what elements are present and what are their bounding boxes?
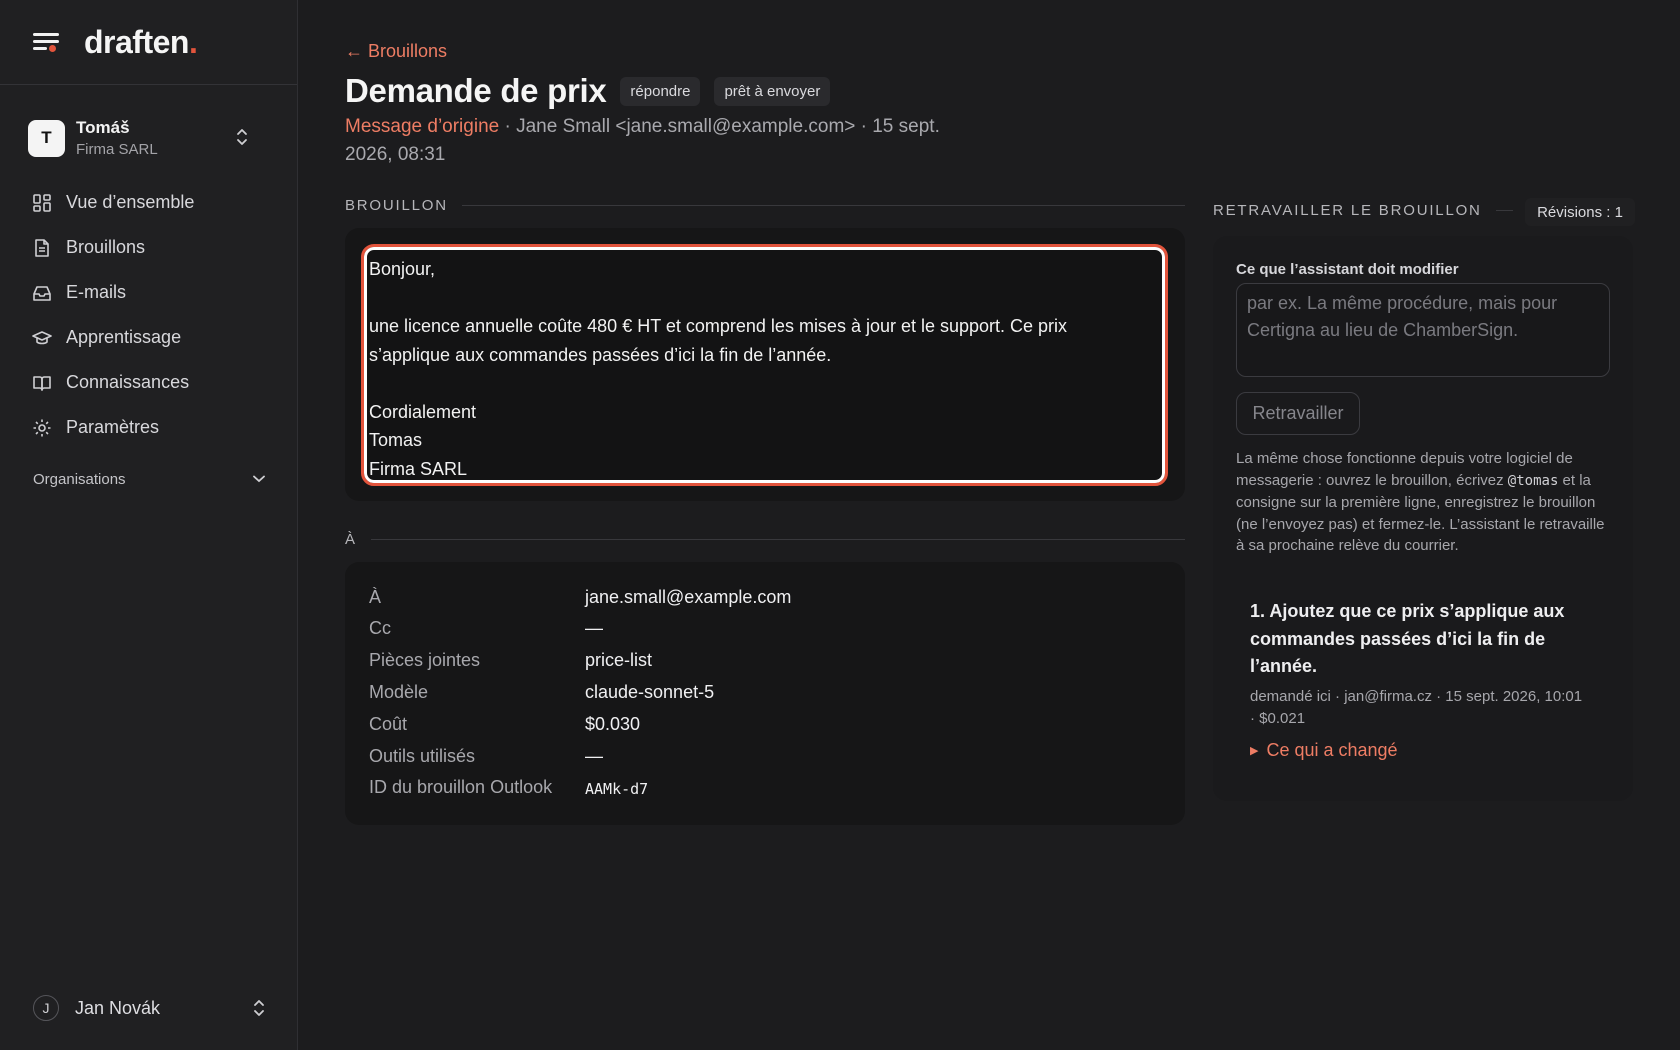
draft-card: Bonjour, une licence annuelle coûte 480 €… bbox=[345, 228, 1185, 501]
workspace-name: Tomáš bbox=[76, 118, 130, 137]
revision-title: 1. Ajoutez que ce prix s’applique aux co… bbox=[1250, 601, 1565, 676]
nav-item-learning[interactable]: Apprentissage bbox=[20, 315, 280, 360]
revisions-badge: Révisions : 1 bbox=[1525, 198, 1635, 226]
tools-value: — bbox=[585, 746, 603, 766]
chevron-updown-icon bbox=[237, 129, 247, 145]
nav-item-settings[interactable]: Paramètres bbox=[20, 405, 280, 450]
user-name: Jan Novák bbox=[75, 997, 161, 1018]
instruction-label: Ce que l’assistant doit modifier bbox=[1236, 261, 1459, 278]
rework-help-text: La même chose fonctionne depuis votre lo… bbox=[1236, 448, 1612, 557]
status-badge: prêt à envoyer bbox=[714, 76, 831, 106]
field-label: Coût bbox=[369, 714, 408, 734]
nav-item-drafts[interactable]: Brouillons bbox=[20, 225, 280, 270]
original-message-link[interactable]: Message d’origine bbox=[345, 116, 499, 137]
title-row: Demande de prix répondre prêt à envoyer bbox=[345, 72, 831, 110]
nav-label: E-mails bbox=[66, 282, 127, 302]
what-changed-label: Ce qui a changé bbox=[1266, 739, 1398, 760]
recipients-section-label: À bbox=[345, 531, 357, 548]
field-label: Modèle bbox=[369, 682, 429, 702]
triangle-right-icon: ▶ bbox=[1250, 744, 1259, 757]
workspace-avatar: T bbox=[28, 119, 65, 157]
draft-line: Firma SARL bbox=[369, 458, 468, 479]
nav-label: Brouillons bbox=[66, 237, 146, 257]
message-meta: Message d’origine · Jane Small <jane.sma… bbox=[345, 113, 985, 169]
field-label: Pièces jointes bbox=[369, 650, 481, 670]
field-label: À bbox=[369, 587, 382, 607]
help-code: @tomas bbox=[1507, 472, 1559, 489]
nav-item-emails[interactable]: E-mails bbox=[20, 270, 280, 315]
book-icon bbox=[33, 375, 51, 391]
gear-icon bbox=[33, 419, 51, 436]
revision-meta: demandé ici · jan@firma.cz · 15 sept. 20… bbox=[1250, 687, 1583, 727]
document-icon bbox=[35, 238, 49, 257]
field-label: Cc bbox=[369, 618, 391, 638]
nav-item-overview[interactable]: Vue d’ensemble bbox=[20, 180, 280, 225]
field-label: ID du brouillon Outlook bbox=[369, 777, 553, 797]
draft-line: Tomas bbox=[369, 430, 423, 450]
cc-value: — bbox=[585, 618, 603, 638]
rework-button[interactable]: Retravailler bbox=[1236, 392, 1360, 435]
nav-label: Vue d’ensemble bbox=[66, 192, 195, 212]
nav-label: Paramètres bbox=[66, 417, 160, 437]
main-nav: Vue d’ensemble Brouillons E-mails Appren… bbox=[20, 180, 280, 450]
chevron-down-icon bbox=[253, 475, 265, 483]
avatar: J bbox=[33, 995, 59, 1021]
attachments-value: price-list bbox=[585, 650, 653, 670]
rework-section-label: RETRAVAILLER LE BROUILLON bbox=[1213, 202, 1482, 219]
draft-line bbox=[369, 369, 1160, 398]
inbox-icon bbox=[33, 285, 51, 301]
draft-line: une licence annuelle coûte 480 € HT et c… bbox=[369, 316, 1068, 336]
chevron-updown-icon bbox=[254, 1000, 264, 1016]
brand-header: draften. bbox=[0, 0, 297, 85]
workspace-company: Firma SARL bbox=[76, 141, 158, 158]
draft-line bbox=[369, 284, 1160, 313]
rework-panel: Ce que l’assistant doit modifier Retrava… bbox=[1213, 236, 1633, 801]
rework-section-header: RETRAVAILLER LE BROUILLON bbox=[1213, 202, 1513, 219]
logo[interactable]: draften. bbox=[84, 24, 198, 61]
user-menu[interactable]: J Jan Novák bbox=[33, 994, 265, 1022]
grid-icon bbox=[33, 193, 51, 212]
page-title: Demande de prix bbox=[345, 72, 607, 109]
nav-label: Connaissances bbox=[66, 372, 190, 392]
graduation-cap-icon bbox=[32, 330, 52, 344]
type-chip: répondre bbox=[620, 76, 701, 106]
draft-section-header: BROUILLON bbox=[345, 197, 1185, 214]
organisations-label: Organisations bbox=[33, 470, 126, 488]
to-value: jane.small@example.com bbox=[585, 587, 792, 607]
draft-body-editor[interactable]: Bonjour, une licence annuelle coûte 480 €… bbox=[361, 244, 1168, 486]
nav-label: Apprentissage bbox=[66, 327, 182, 347]
sidebar: draften. T Tomáš Firma SARL Vue d’ensemb… bbox=[0, 0, 298, 1050]
organisations-toggle[interactable]: Organisations bbox=[33, 467, 265, 491]
recipients-card: À jane.small@example.com Cc — Pièces joi… bbox=[345, 562, 1185, 825]
cost-value: $0.030 bbox=[585, 714, 641, 734]
workspace-switcher[interactable]: T Tomáš Firma SARL bbox=[28, 114, 268, 162]
field-label: Outils utilisés bbox=[369, 746, 476, 766]
draft-line: Cordialement bbox=[369, 401, 477, 422]
draft-line: s’applique aux commandes passées d’ici l… bbox=[369, 344, 832, 365]
draft-line: Bonjour, bbox=[369, 259, 436, 279]
draft-section-label: BROUILLON bbox=[345, 197, 448, 214]
recipients-section-header: À bbox=[345, 531, 1185, 548]
menu-icon[interactable] bbox=[33, 31, 59, 53]
revision-item: 1. Ajoutez que ce prix s’applique aux co… bbox=[1250, 598, 1590, 761]
instruction-input[interactable] bbox=[1236, 283, 1610, 377]
outlook-draft-id-value: AAMk-d7 bbox=[585, 780, 649, 798]
what-changed-toggle[interactable]: ▶ Ce qui a changé bbox=[1250, 740, 1590, 761]
nav-item-knowledge[interactable]: Connaissances bbox=[20, 360, 280, 405]
back-to-drafts-link[interactable]: ← Brouillons bbox=[345, 41, 447, 62]
model-value: claude-sonnet-5 bbox=[585, 682, 715, 702]
